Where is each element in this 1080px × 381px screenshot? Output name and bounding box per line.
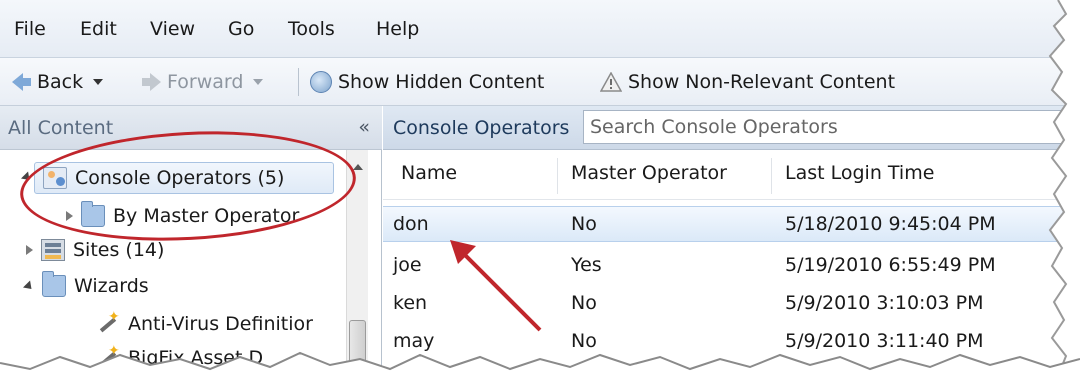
- bigfix-console-window: File Edit View Go Tools Help Back Forwar…: [0, 0, 1080, 381]
- show-non-relevant-content-button[interactable]: Show Non-Relevant Content: [599, 69, 896, 95]
- console-operators-pane: Console Operators Name Master Operator L…: [383, 106, 1080, 381]
- eye-icon: [310, 71, 332, 93]
- wizard-wand-icon: [96, 343, 120, 369]
- tree-item-label: Console Operators (5): [75, 167, 285, 189]
- tree-item-bigfix-asset[interactable]: BigFix Asset D: [96, 342, 263, 374]
- tree-expander-open-icon[interactable]: [22, 279, 36, 293]
- tree-item-label: By Master Operator: [113, 205, 300, 227]
- cell-name: don: [393, 213, 429, 235]
- show-hidden-label: Show Hidden Content: [338, 71, 545, 93]
- chevron-down-icon[interactable]: [253, 79, 264, 85]
- tree-item-by-master-operator[interactable]: By Master Operator: [66, 200, 299, 232]
- menu-bar: File Edit View Go Tools Help: [0, 0, 1080, 58]
- show-non-relevant-label: Show Non-Relevant Content: [628, 71, 896, 93]
- cell-master-operator: No: [571, 213, 597, 235]
- tree-item-sites[interactable]: Sites (14): [26, 234, 164, 266]
- toolbar: Back Forward Show Hidden Content Show No…: [0, 58, 1080, 106]
- chevron-down-icon[interactable]: [93, 79, 104, 85]
- menu-go[interactable]: Go: [228, 18, 254, 40]
- forward-button[interactable]: Forward: [142, 69, 264, 95]
- sites-icon: [41, 239, 65, 261]
- column-divider[interactable]: [771, 158, 772, 194]
- tree-item-label: BigFix Asset D: [128, 347, 264, 369]
- cell-last-login: 5/9/2010 3:10:03 PM: [785, 292, 984, 314]
- cell-last-login: 5/9/2010 3:11:40 PM: [785, 330, 984, 352]
- table-row[interactable]: may No 5/9/2010 3:11:40 PM: [383, 324, 1080, 360]
- folder-icon: [42, 271, 66, 297]
- column-header-last-login-time[interactable]: Last Login Time: [785, 162, 934, 184]
- back-button[interactable]: Back: [12, 69, 104, 95]
- cell-name: ken: [393, 292, 428, 314]
- console-operators-icon: [43, 167, 67, 189]
- menu-edit[interactable]: Edit: [80, 18, 117, 40]
- pane-title: Console Operators: [393, 117, 570, 139]
- cell-master-operator: No: [571, 330, 597, 352]
- cell-last-login: 5/19/2010 6:55:49 PM: [785, 254, 996, 276]
- all-content-header: All Content «: [0, 106, 382, 150]
- column-header-name[interactable]: Name: [401, 162, 457, 184]
- menu-help[interactable]: Help: [376, 18, 419, 40]
- wizard-wand-icon: [96, 309, 120, 335]
- navigation-tree-pane: All Content « Console Operators (5) By M…: [0, 106, 382, 381]
- table-row[interactable]: joe Yes 5/19/2010 6:55:49 PM: [383, 248, 1080, 284]
- show-hidden-content-button[interactable]: Show Hidden Content: [310, 69, 544, 95]
- tree-expander-open-icon[interactable]: [20, 171, 34, 184]
- table-row[interactable]: don No 5/18/2010 9:45:04 PM: [383, 206, 1080, 242]
- menu-file[interactable]: File: [14, 18, 46, 40]
- forward-label: Forward: [167, 71, 244, 93]
- menu-tools[interactable]: Tools: [288, 18, 335, 40]
- scroll-up-icon[interactable]: [353, 164, 363, 170]
- tree-expander-icon[interactable]: [26, 245, 33, 255]
- table-header: Name Master Operator Last Login Time: [383, 150, 1080, 200]
- back-label: Back: [37, 71, 84, 93]
- cell-name: joe: [393, 254, 422, 276]
- column-header-master-operator[interactable]: Master Operator: [571, 162, 727, 184]
- toolbar-divider: [298, 68, 299, 96]
- cell-last-login: 5/18/2010 9:45:04 PM: [785, 213, 996, 235]
- menu-view[interactable]: View: [150, 18, 195, 40]
- cell-name: may: [393, 330, 435, 352]
- tree-item-label: Sites (14): [73, 239, 165, 261]
- tree-item-label: Wizards: [74, 275, 149, 297]
- tree-item-anti-virus-definitions[interactable]: Anti-Virus Definitior: [96, 308, 313, 340]
- tree-scrollbar[interactable]: [346, 150, 368, 381]
- forward-arrow-icon: [142, 73, 161, 91]
- search-field[interactable]: [583, 110, 1073, 144]
- collapse-pane-button[interactable]: «: [358, 116, 370, 138]
- back-arrow-icon: [12, 73, 31, 91]
- cell-master-operator: No: [571, 292, 597, 314]
- console-operators-header: Console Operators: [383, 106, 1080, 150]
- warning-icon: [599, 71, 623, 92]
- folder-icon: [81, 201, 105, 227]
- tree-item-console-operators[interactable]: Console Operators (5): [34, 162, 334, 194]
- tree-item-label: Anti-Virus Definitior: [128, 313, 313, 335]
- table-row[interactable]: ken No 5/9/2010 3:10:03 PM: [383, 286, 1080, 322]
- column-divider[interactable]: [557, 158, 558, 194]
- scrollbar-thumb[interactable]: [349, 320, 366, 380]
- tree-expander-icon[interactable]: [66, 211, 73, 221]
- cell-master-operator: Yes: [571, 254, 602, 276]
- tree-item-wizards[interactable]: Wizards: [22, 270, 149, 302]
- all-content-title: All Content: [8, 117, 114, 139]
- search-input[interactable]: [584, 111, 1072, 143]
